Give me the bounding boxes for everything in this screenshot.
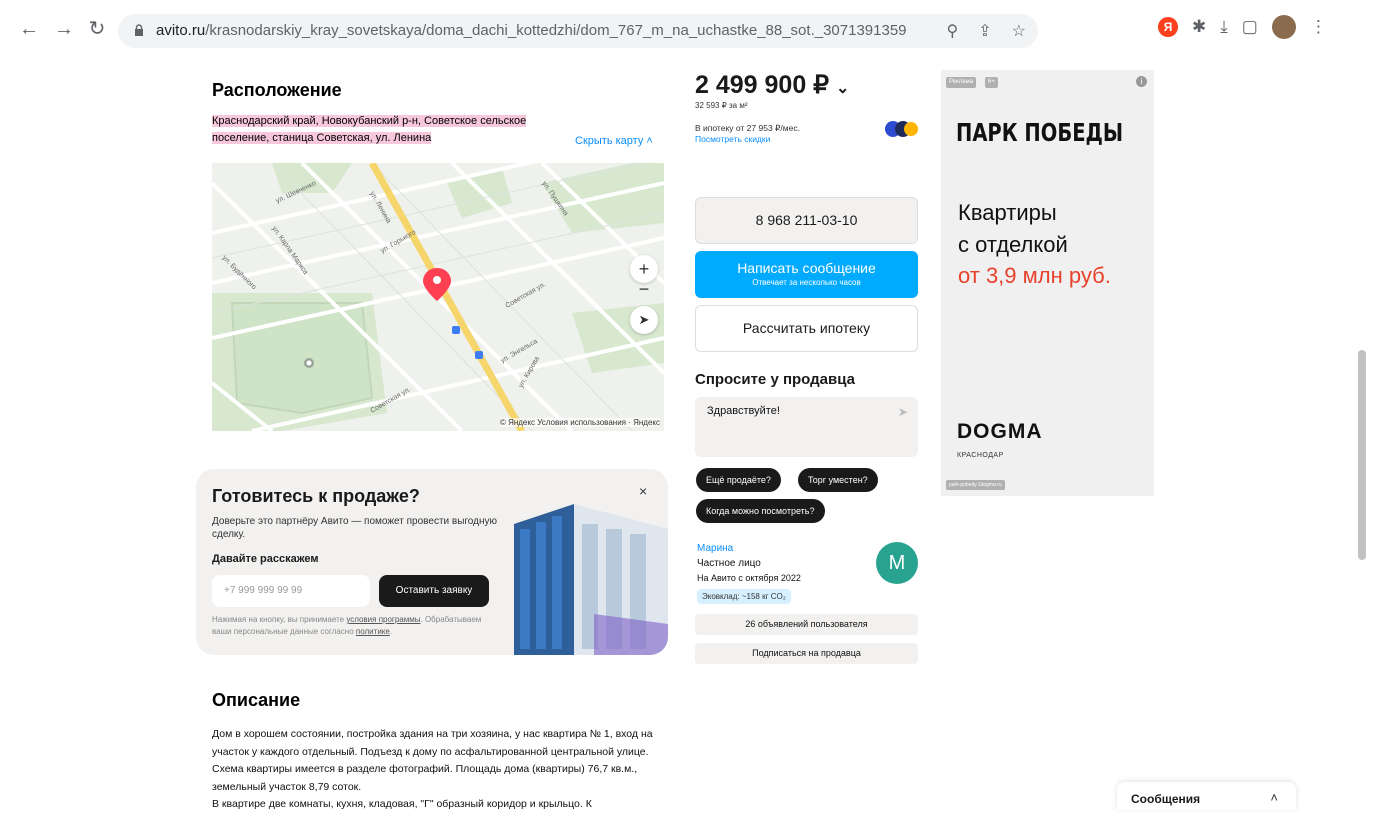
price: 2 499 900 ₽ ⌄ [695, 70, 849, 100]
chevron-up-icon[interactable]: ˄ [1270, 790, 1278, 805]
zoom-out-button[interactable]: − [630, 275, 658, 303]
hide-map-link[interactable]: Скрыть карту ˄ [575, 135, 653, 147]
description-paragraph-1: Дом в хорошем состоянии, постройка здани… [212, 728, 653, 793]
building-illustration [514, 504, 668, 655]
url-text: avito.ru/krasnodarskiy_kray_sovetskaya/d… [156, 22, 907, 39]
message-button-label: Написать сообщение [737, 260, 876, 276]
program-terms-link[interactable]: условия программы [346, 615, 420, 624]
ad-city: КРАСНОДАР [957, 452, 1004, 459]
yandex-icon[interactable]: Я [1158, 17, 1178, 37]
url-host: avito.ru [156, 22, 206, 39]
price-value: 2 499 900 ₽ [695, 71, 830, 99]
ad-url: park-pobedy.1dogma.ru [946, 480, 1005, 490]
map-canvas[interactable]: ул. Ленина ул. Шевченко ул. Карла Маркса… [212, 163, 664, 431]
profile-avatar[interactable] [1271, 15, 1296, 39]
show-phone-button[interactable]: 8 968 211-03-10 [695, 197, 918, 244]
write-message-button[interactable]: Написать сообщение Отвечает за несколько… [695, 251, 918, 298]
ad-age: 6+ [985, 77, 998, 88]
download-icon[interactable]: ⤓ [1220, 17, 1228, 37]
eco-badge[interactable]: Эковклад: ~158 кг CO₂ [697, 589, 791, 604]
message-button-sub: Отвечает за несколько часов [752, 278, 861, 287]
price-per-m2: 32 593 ₽ за м² [695, 101, 748, 110]
quick-question-chip[interactable]: Торг уместен? [798, 468, 878, 492]
promo-title: Готовитесь к продаже? [212, 486, 420, 506]
calc-mortgage-button[interactable]: Рассчитать ипотеку [695, 305, 918, 352]
address-text: Краснодарский край, Новокубанский р-н, С… [212, 115, 527, 144]
ask-seller-title: Спросите у продавца [695, 371, 855, 388]
share-icon[interactable]: ⇪ [978, 21, 991, 41]
promo-text: Доверьте это партнёру Авито — поможет пр… [212, 516, 498, 540]
description-paragraph-2: В квартире две комнаты, кухня, кладовая,… [212, 798, 592, 810]
price-chevron-icon[interactable]: ⌄ [836, 80, 849, 97]
scrollbar[interactable] [1358, 60, 1366, 810]
ad-line-2: с отделкой [958, 232, 1068, 257]
send-icon[interactable]: ➤ [898, 405, 908, 419]
star-icon[interactable]: ☆ [1012, 21, 1026, 41]
seller-listings-button[interactable]: 26 объявлений пользователя [695, 614, 918, 635]
ask-seller-text[interactable]: Здравствуйте! [707, 405, 780, 417]
ad-developer-logo: DOGMA [957, 420, 1043, 443]
scrollbar-thumb[interactable] [1358, 350, 1366, 560]
description-text: Дом в хорошем состоянии, постройка здани… [212, 726, 662, 814]
address-bar[interactable]: avito.ru/krasnodarskiy_kray_sovetskaya/d… [118, 14, 1038, 48]
seller-since: На Авито с октября 2022 [697, 573, 801, 583]
zoom-icon[interactable]: ⚲ [947, 21, 959, 41]
mortgage-line: В ипотеку от 27 953 ₽/мес. [695, 123, 800, 133]
discounts-link[interactable]: Посмотреть скидки [695, 134, 800, 145]
puzzle-icon[interactable]: ✱ [1192, 17, 1206, 37]
menu-icon[interactable]: ⋮ [1310, 17, 1327, 37]
quick-question-chip[interactable]: Когда можно посмотреть? [696, 499, 825, 523]
address: Краснодарский край, Новокубанский р-н, С… [212, 113, 560, 147]
promo-subtitle: Давайте расскажем [212, 553, 319, 565]
submit-request-button[interactable]: Оставить заявку [379, 575, 489, 607]
browser-toolbar: ← → ↻ avito.ru/krasnodarskiy_kray_sovets… [0, 0, 1374, 60]
subscribe-seller-button[interactable]: Подписаться на продавца [695, 643, 918, 664]
back-icon[interactable]: ← [18, 18, 40, 40]
legal-text-1: Нажимая на кнопку, вы принимаете [212, 615, 347, 624]
phone-input[interactable]: +7 999 999 99 99 [212, 575, 370, 607]
mortgage-info: В ипотеку от 27 953 ₽/мес. Посмотреть ск… [695, 123, 800, 145]
forward-icon[interactable]: → [53, 18, 75, 40]
bank-logo-icon [885, 121, 918, 137]
reload-icon[interactable]: ↻ [86, 18, 108, 40]
messages-widget[interactable]: Сообщения ˄ [1117, 782, 1296, 810]
legal-text-3: . [389, 627, 393, 636]
sale-promo-card: Готовитесь к продаже? × Доверьте это пар… [196, 469, 668, 655]
ad-line-1: Квартиры [958, 200, 1057, 225]
close-icon[interactable]: × [639, 483, 647, 499]
avatar[interactable]: M [876, 542, 918, 584]
url-path: /krasnodarskiy_kray_sovetskaya/doma_dach… [205, 22, 907, 39]
policy-link[interactable]: политике [356, 627, 390, 636]
description-title: Описание [212, 690, 301, 710]
quick-question-chip[interactable]: Ещё продаёте? [696, 468, 781, 492]
ad-tag: Реклама [946, 77, 977, 88]
lock-icon [135, 24, 143, 36]
ad-banner[interactable]: Реклама 6+ i ПАРК ПОБЕДЫ Квартиры с отде… [941, 70, 1154, 496]
location-title: Расположение [212, 80, 342, 100]
info-icon[interactable]: i [1136, 76, 1147, 87]
ask-seller-input[interactable]: Здравствуйте! ➤ [695, 397, 918, 457]
messages-label: Сообщения [1131, 792, 1201, 806]
seller-name[interactable]: Марина [697, 543, 733, 554]
ad-brand: ПАРК ПОБЕДЫ [956, 118, 1124, 147]
locate-icon[interactable]: ➤ [630, 306, 658, 334]
map[interactable]: ул. Ленина ул. Шевченко ул. Карла Маркса… [212, 163, 664, 431]
map-copyright[interactable]: © Яндекс Условия использования · Яндекс [499, 418, 660, 427]
sidepanel-icon[interactable]: ▢ [1242, 17, 1258, 37]
ad-line-3: от 3,9 млн руб. [958, 263, 1111, 288]
seller-type: Частное лицо [697, 558, 761, 569]
promo-legal: Нажимая на кнопку, вы принимаете условия… [212, 614, 502, 638]
